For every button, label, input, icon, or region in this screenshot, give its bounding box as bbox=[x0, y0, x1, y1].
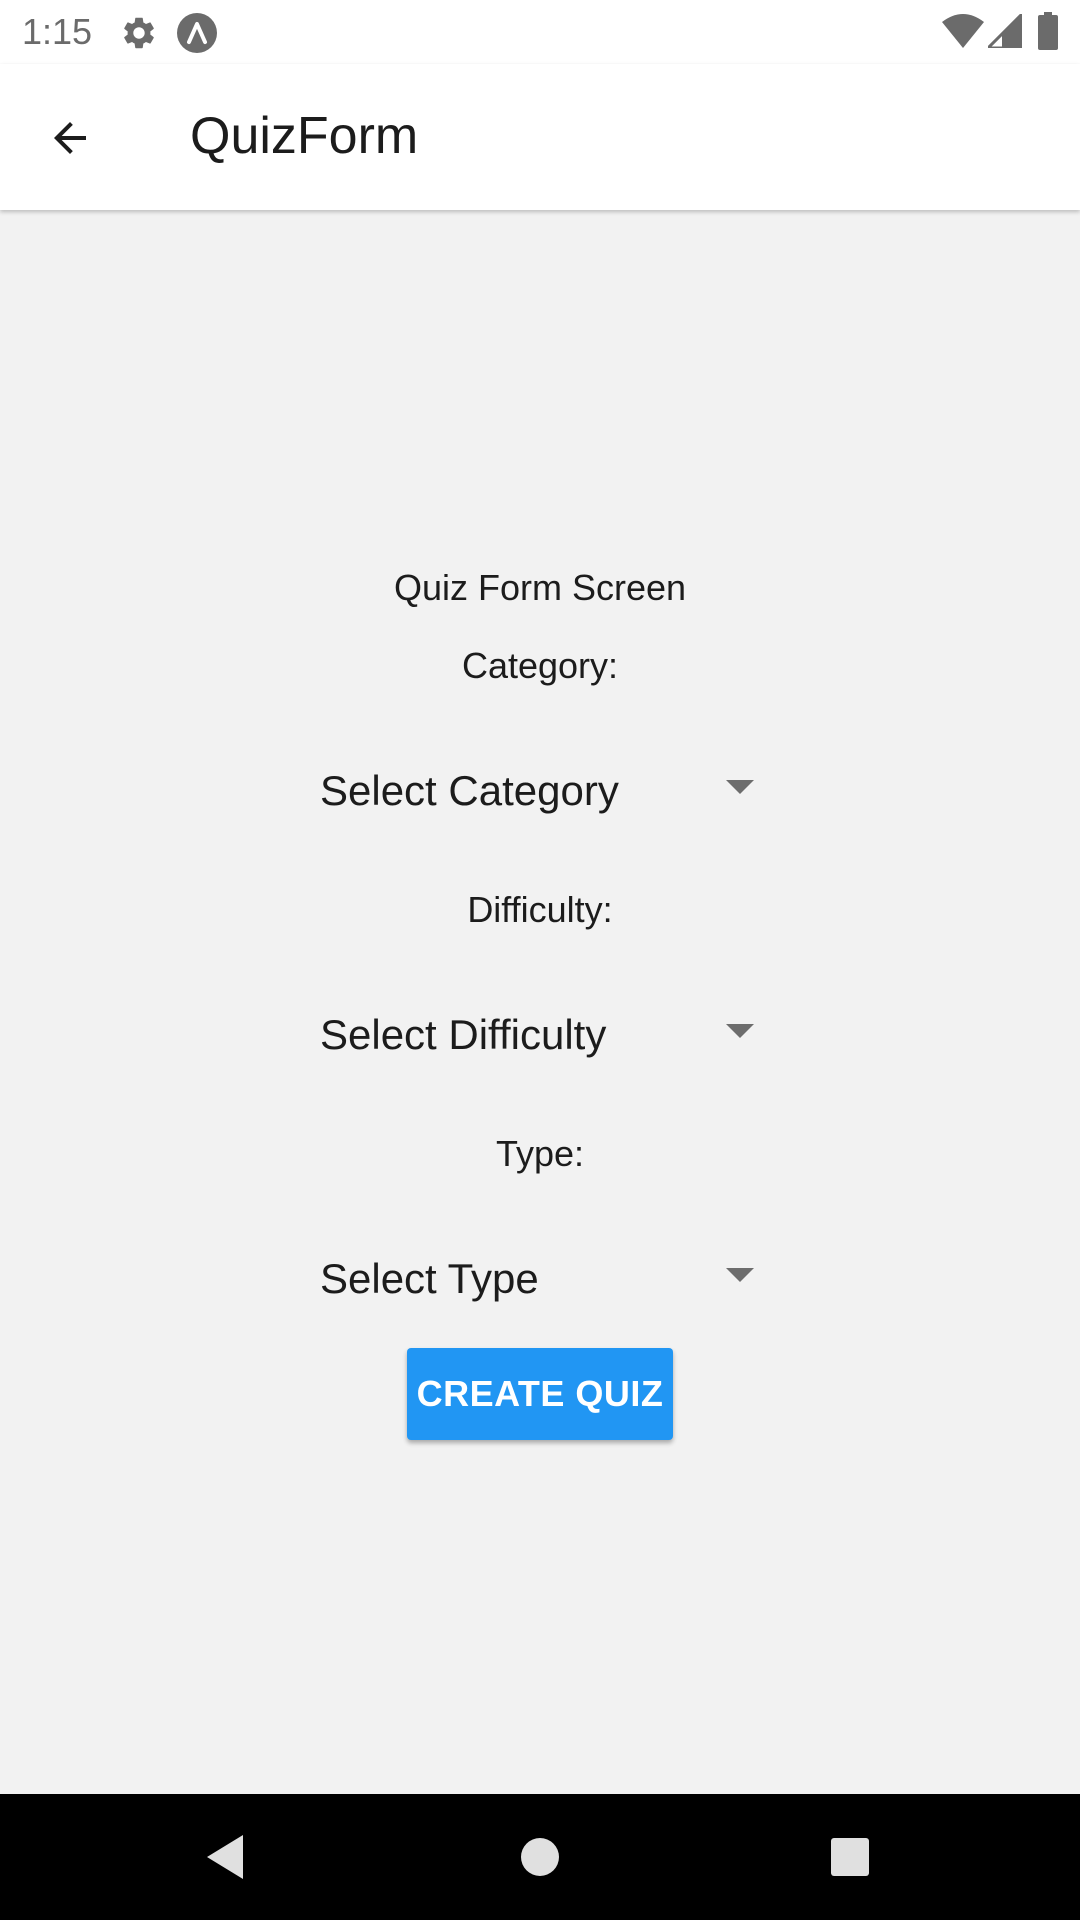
difficulty-label: Difficulty: bbox=[467, 889, 613, 930]
battery-icon bbox=[1038, 12, 1058, 50]
system-nav-bar bbox=[0, 1794, 1080, 1920]
screen-title: Quiz Form Screen bbox=[393, 567, 687, 608]
type-dropdown-value: Select Type bbox=[320, 1255, 539, 1302]
category-dropdown-value: Select Category bbox=[320, 767, 619, 814]
type-dropdown[interactable]: Select Type bbox=[300, 1234, 780, 1322]
status-time: 1:15 bbox=[22, 11, 93, 52]
nav-back-button[interactable] bbox=[192, 1824, 258, 1890]
difficulty-dropdown-value: Select Difficulty bbox=[320, 1011, 607, 1058]
recents-square-icon bbox=[831, 1838, 869, 1876]
difficulty-dropdown[interactable]: Select Difficulty bbox=[300, 990, 780, 1078]
app-notification-icon bbox=[177, 13, 217, 53]
caret-down-icon bbox=[726, 1024, 754, 1038]
arrow-left-icon bbox=[54, 122, 86, 154]
back-triangle-icon bbox=[207, 1835, 243, 1879]
cellular-signal-icon bbox=[988, 14, 1022, 48]
back-button[interactable] bbox=[34, 102, 106, 174]
caret-down-icon bbox=[726, 780, 754, 794]
quiz-form: Quiz Form Screen Category: Select Catego… bbox=[0, 210, 1080, 1794]
category-label: Category: bbox=[461, 645, 619, 686]
create-quiz-button[interactable]: CREATE QUIZ bbox=[407, 1348, 673, 1440]
settings-icon bbox=[124, 17, 154, 49]
home-circle-icon bbox=[521, 1838, 559, 1876]
nav-home-button[interactable] bbox=[507, 1824, 573, 1890]
app-title: QuizForm bbox=[190, 107, 419, 165]
category-dropdown[interactable]: Select Category bbox=[300, 746, 780, 834]
app-bar: QuizForm bbox=[0, 64, 1080, 210]
nav-recents-button[interactable] bbox=[817, 1824, 883, 1890]
caret-down-icon bbox=[726, 1268, 754, 1282]
wifi-icon bbox=[942, 14, 984, 48]
status-bar: 1:15 bbox=[0, 0, 1080, 64]
type-label: Type: bbox=[495, 1133, 585, 1174]
